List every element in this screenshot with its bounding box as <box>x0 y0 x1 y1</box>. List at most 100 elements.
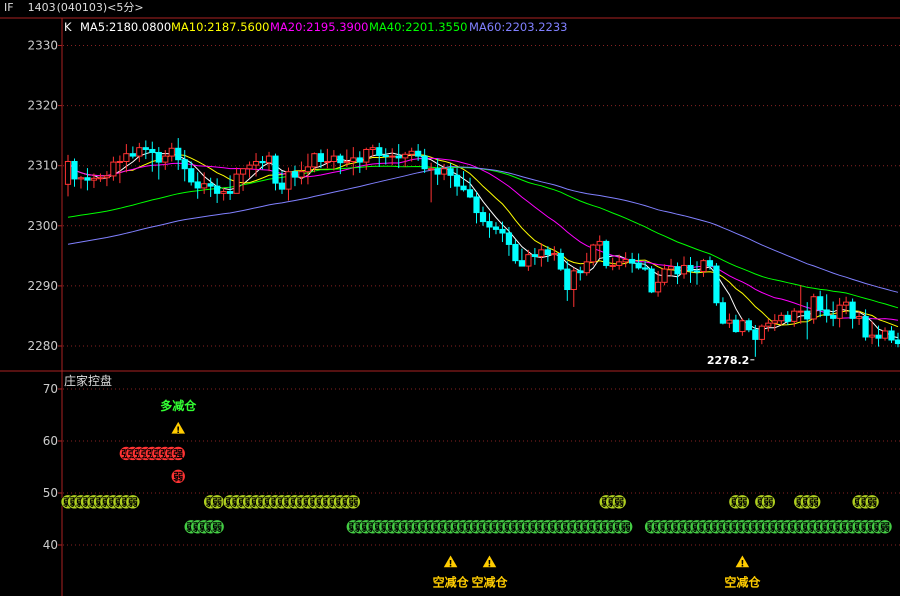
candle-up <box>622 258 629 263</box>
candle-down <box>421 155 428 170</box>
candle-down <box>376 147 383 156</box>
weak-badge-high: 弱 <box>867 497 877 509</box>
weak-badge-low: 弱 <box>621 522 631 534</box>
candle-down <box>447 168 454 176</box>
candle-up <box>538 249 545 257</box>
candle-up <box>440 168 448 175</box>
price-grid: 2330 2320 2310 2300 2290 2280 <box>27 39 900 353</box>
candle-down <box>278 182 286 190</box>
candle-down <box>259 160 266 164</box>
candle-down <box>155 151 162 163</box>
candle-up <box>389 155 396 158</box>
candle-up <box>369 147 376 150</box>
candle-up <box>667 266 675 270</box>
candle-down <box>415 150 422 157</box>
candle-up <box>726 319 733 324</box>
candle-up <box>680 264 688 275</box>
indicator-signals: ! 多减仓! 空减仓! 空减仓! 空减仓 <box>160 398 761 589</box>
candle-up <box>116 160 123 163</box>
candle-up <box>810 296 817 320</box>
candle-up <box>90 177 98 181</box>
candle-down <box>453 174 461 187</box>
candle-down <box>629 258 636 264</box>
candle-up <box>771 320 778 324</box>
price-tick-label: 2300 <box>27 219 58 233</box>
candle-down <box>214 185 221 194</box>
candle-down <box>175 147 182 161</box>
candle-up <box>162 155 169 163</box>
candle-down <box>499 228 506 234</box>
candle-down <box>674 266 681 275</box>
candle-up <box>363 148 370 163</box>
candle-down <box>823 309 830 316</box>
indicator-title: 庄家控盘 <box>64 373 112 388</box>
price-tick-label: 2310 <box>27 159 58 173</box>
candle-up <box>285 171 292 190</box>
chart-canvas[interactable]: 2330 2320 2310 2300 2290 2280 70 60 50 40 K MA5:… <box>0 0 900 596</box>
candle-up <box>590 244 597 263</box>
candle-up <box>616 261 623 266</box>
weak-badge-low: 弱 <box>880 522 890 534</box>
signal-label: 空减仓 <box>433 574 470 589</box>
weak-badge-high: 弱 <box>763 497 773 509</box>
indicator-k-label: K <box>64 20 72 34</box>
candle-down <box>888 330 895 341</box>
candle-up <box>233 173 240 194</box>
candle-down <box>745 320 752 331</box>
candle-up <box>246 164 253 170</box>
candle-up <box>343 160 350 164</box>
low-marker-label: 2278.2 <box>707 354 749 367</box>
candle-down <box>382 154 389 157</box>
candle-down <box>460 185 467 191</box>
candle-down <box>434 168 441 175</box>
candle-up <box>661 268 668 283</box>
ma-line-20 <box>67 157 899 321</box>
signal-label: 空减仓 <box>724 574 761 589</box>
signal-label: 多减仓 <box>160 398 197 413</box>
price-tick-label: 2330 <box>27 39 58 53</box>
candle-down <box>804 310 811 320</box>
warning-icon-mark: ! <box>176 426 180 436</box>
candle-up <box>654 281 662 293</box>
candle-up <box>758 325 765 340</box>
candle-down <box>291 171 299 178</box>
candle-up <box>836 304 843 319</box>
weak-badge-high: 弱 <box>809 497 819 509</box>
candle-up <box>428 168 435 171</box>
candle-down <box>473 196 480 214</box>
candle-down <box>849 301 856 319</box>
candle-down <box>784 314 791 322</box>
candles <box>64 138 900 357</box>
indicator-tick-label: 60 <box>43 434 58 448</box>
candle-up <box>408 150 415 155</box>
candle-down <box>505 232 513 245</box>
signal-label: 空减仓 <box>471 574 508 589</box>
candle-up <box>551 252 558 256</box>
indicator-badges: 弱弱弱弱弱弱弱弱弱弱强弱强强强强强强强强弱弱弱弱弱弱弱弱弱弱弱弱弱弱弱弱弱弱弱弱… <box>60 446 893 535</box>
candle-down <box>894 339 900 345</box>
candle-down <box>830 314 837 319</box>
candle-down <box>719 302 727 324</box>
candle-up <box>201 183 208 189</box>
candle-up <box>525 254 532 267</box>
candle-down <box>693 270 701 273</box>
candle-down <box>557 252 564 270</box>
candle-down <box>395 155 402 159</box>
candle-up <box>324 160 331 163</box>
candle-down <box>227 191 234 194</box>
candle-down <box>648 268 655 293</box>
candle-down <box>817 296 824 311</box>
candle-down <box>84 177 91 181</box>
ma60-label: MA60:2203.2233 <box>469 20 568 34</box>
candle-down <box>149 148 156 153</box>
candle-up <box>855 316 863 319</box>
ma40-label: MA40:2201.3550 <box>369 20 468 34</box>
candle-down <box>486 221 493 228</box>
candle-up <box>881 330 889 339</box>
price-tick-label: 2320 <box>27 99 58 113</box>
candle-down <box>466 189 474 198</box>
candle-down <box>71 160 78 180</box>
candle-up <box>700 260 707 272</box>
candle-up <box>168 147 175 157</box>
candle-up <box>596 240 603 246</box>
